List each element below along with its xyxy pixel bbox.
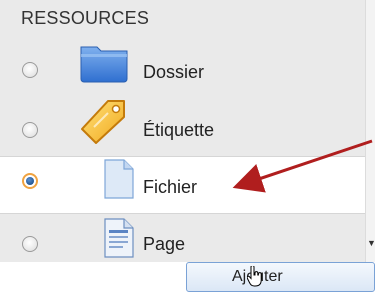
vertical-scrollbar[interactable] [365,0,375,262]
page-icon [104,218,134,258]
label-etiquette: Étiquette [143,120,215,140]
file-icon [104,159,134,199]
section-title: RESSOURCES [21,8,150,28]
label-dossier: Dossier [143,62,205,82]
tag-icon [81,100,125,144]
scroll-down-arrow-icon[interactable]: ▼ [367,238,375,248]
label-page: Page [143,234,186,254]
radio-page[interactable] [22,236,38,252]
resource-item-etiquette[interactable]: Étiquette [0,100,365,156]
resource-item-dossier[interactable]: Dossier [0,42,365,98]
resource-chooser-panel: RESSOURCES Dossier Étiquette Fichier Pag… [0,0,365,262]
radio-etiquette[interactable] [22,122,38,138]
radio-fichier[interactable] [22,173,38,189]
radio-dossier[interactable] [22,62,38,78]
add-button[interactable]: Ajouter [186,262,375,292]
resource-item-fichier[interactable]: Fichier [0,156,365,214]
hand-cursor-icon [247,266,262,287]
folder-icon [80,46,128,83]
label-fichier: Fichier [143,177,198,197]
